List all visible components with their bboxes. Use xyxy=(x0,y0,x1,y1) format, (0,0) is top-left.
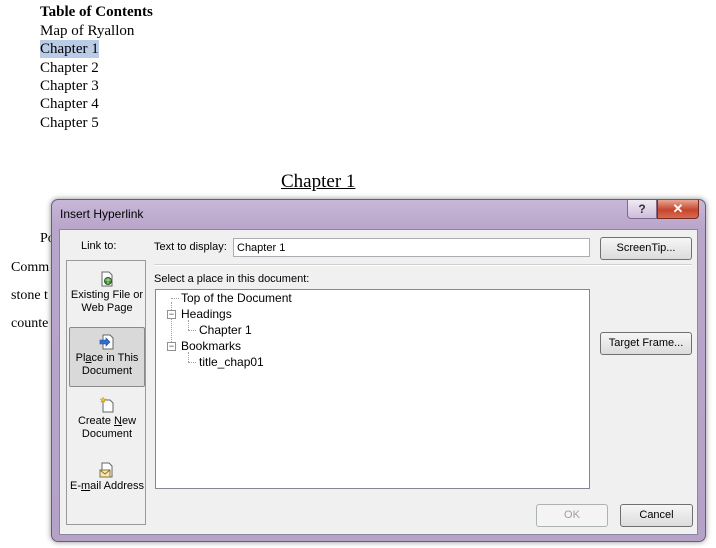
collapse-headings-toggle[interactable]: − xyxy=(167,310,176,319)
toc-item-chapter-2[interactable]: Chapter 2 xyxy=(40,59,99,77)
place-in-document-icon xyxy=(99,334,114,350)
text-to-display-input[interactable] xyxy=(233,238,590,257)
existing-file-web-page-button[interactable]: Existing File or Web Page xyxy=(69,265,145,325)
dialog-title: Insert Hyperlink xyxy=(60,207,144,221)
toc-item-chapter-1-selected[interactable]: Chapter 1 xyxy=(40,40,99,58)
link-option-label: E-mail Address xyxy=(70,480,144,492)
email-address-icon xyxy=(99,462,113,478)
link-option-label: Create New Document xyxy=(77,415,137,440)
new-document-icon xyxy=(99,397,114,413)
tree-connector xyxy=(188,320,189,330)
tree-connector xyxy=(188,362,196,363)
link-option-label: Place in This Document xyxy=(75,352,139,377)
toc-item-map[interactable]: Map of Ryallon xyxy=(40,22,134,40)
divider xyxy=(154,264,692,266)
toc-item-chapter-4[interactable]: Chapter 4 xyxy=(40,95,99,113)
help-button[interactable]: ? xyxy=(627,200,657,219)
body-text-fragment: stone t xyxy=(11,288,48,303)
link-to-label: Link to: xyxy=(81,240,117,252)
tree-item-top-of-document[interactable]: Top of the Document xyxy=(181,291,292,305)
email-address-button[interactable]: E-mail Address xyxy=(69,456,145,516)
document-place-tree[interactable]: Top of the Document − Headings Chapter 1… xyxy=(155,289,590,489)
create-new-document-button[interactable]: Create New Document xyxy=(69,391,145,451)
screentip-button[interactable]: ScreenTip... xyxy=(600,237,692,260)
link-option-label: Existing File or Web Page xyxy=(70,289,144,314)
body-text-fragment: Comm xyxy=(11,260,50,275)
close-button[interactable]: ✕ xyxy=(657,200,699,219)
tree-connector xyxy=(171,298,179,299)
ok-button[interactable]: OK xyxy=(536,504,608,527)
toc-title: Table of Contents xyxy=(40,4,153,20)
place-in-this-document-button[interactable]: Place in This Document xyxy=(69,327,145,387)
target-frame-button[interactable]: Target Frame... xyxy=(600,332,692,355)
toc-item-chapter-5[interactable]: Chapter 5 xyxy=(40,114,99,132)
text-to-display-label: Text to display: xyxy=(154,241,227,253)
dialog-content: Link to: Existing File or Web Page Place … xyxy=(59,229,698,535)
toc-item-chapter-3[interactable]: Chapter 3 xyxy=(40,77,99,95)
collapse-bookmarks-toggle[interactable]: − xyxy=(167,342,176,351)
tree-item-bookmark-title-chap01[interactable]: title_chap01 xyxy=(199,355,264,369)
tree-connector xyxy=(188,352,189,362)
select-place-label: Select a place in this document: xyxy=(154,273,310,285)
insert-hyperlink-dialog: Insert Hyperlink ? ✕ Link to: Existing F… xyxy=(51,199,706,542)
existing-file-icon xyxy=(101,271,113,287)
tree-connector xyxy=(188,330,196,331)
body-text-fragment: counte xyxy=(11,316,49,331)
cancel-button[interactable]: Cancel xyxy=(620,504,693,527)
tree-item-headings[interactable]: Headings xyxy=(181,307,232,321)
chapter-heading: Chapter 1 xyxy=(281,171,356,192)
tree-item-heading-chapter-1[interactable]: Chapter 1 xyxy=(199,323,252,337)
tree-item-bookmarks[interactable]: Bookmarks xyxy=(181,339,241,353)
link-to-panel: Existing File or Web Page Place in This Do… xyxy=(66,260,146,525)
